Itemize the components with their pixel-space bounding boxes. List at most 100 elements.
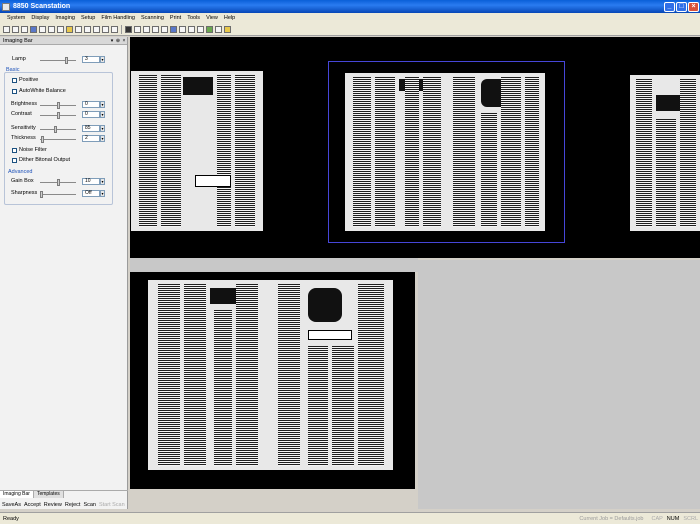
print-icon[interactable] <box>215 25 222 33</box>
reject-button[interactable]: Reject <box>65 502 81 508</box>
panel-header: Imaging Bar ▾ ⊕ × <box>0 37 127 45</box>
rotate-left-icon[interactable] <box>84 25 91 33</box>
zoom-out-icon[interactable] <box>143 25 150 33</box>
frame-icon[interactable] <box>57 25 64 33</box>
menu-system[interactable]: System <box>4 15 28 21</box>
sensitivity-slider-thumb[interactable] <box>54 126 57 133</box>
noise-filter-checkbox[interactable] <box>12 148 17 153</box>
brightness-value[interactable]: 0 <box>82 101 100 108</box>
folder-icon[interactable] <box>224 25 231 33</box>
positive-label: Positive <box>19 77 39 83</box>
scrl-indicator: SCRL <box>683 515 698 522</box>
film-frame-left[interactable] <box>131 71 263 231</box>
select-icon[interactable] <box>170 25 177 33</box>
new-icon[interactable] <box>3 25 10 33</box>
film-strip-view[interactable] <box>130 37 700 258</box>
mirror-icon[interactable] <box>102 25 109 33</box>
maximize-button[interactable]: □ <box>676 1 687 12</box>
lamp-label: Lamp <box>12 56 26 62</box>
sharpness-slider-thumb[interactable] <box>40 191 43 198</box>
contrast-value[interactable]: 0 <box>82 111 100 118</box>
gain-value[interactable]: 10 <box>82 178 100 185</box>
film-icon[interactable] <box>48 25 55 33</box>
lamp-slider[interactable] <box>40 57 76 64</box>
sensitivity-value[interactable]: 85 <box>82 125 100 132</box>
panel-close-icon[interactable]: × <box>121 38 127 44</box>
current-job-text: Current Job = Defaults.job <box>579 515 644 522</box>
dither-label: Dither Bitonal Output <box>19 157 71 163</box>
sharpness-spin-icon[interactable]: ▾ <box>100 190 105 197</box>
lamp-spin-icon[interactable]: ▾ <box>100 56 105 63</box>
close-button[interactable]: × <box>688 1 699 12</box>
zoom-actual-icon[interactable] <box>161 25 168 33</box>
brightness-slider-thumb[interactable] <box>57 102 60 109</box>
menu-help[interactable]: Help <box>221 15 238 21</box>
tag-icon[interactable] <box>66 25 73 33</box>
crop-icon[interactable] <box>75 25 82 33</box>
menu-view[interactable]: View <box>203 15 221 21</box>
sensitivity-slider[interactable] <box>40 126 76 133</box>
menu-tools[interactable]: Tools <box>184 15 203 21</box>
review-button[interactable]: Review <box>44 502 62 508</box>
hand-icon[interactable] <box>179 25 186 33</box>
sharpness-value[interactable]: Off <box>82 190 100 197</box>
contrast-label: Contrast <box>11 111 32 117</box>
menu-bar: System Display Imaging Setup Film Handli… <box>0 13 700 23</box>
thickness-slider[interactable] <box>40 136 76 143</box>
dither-checkbox[interactable] <box>12 158 17 163</box>
zoom-in-icon[interactable] <box>134 25 141 33</box>
tab-imaging-bar[interactable]: Imaging Bar <box>0 491 34 498</box>
sharpness-slider[interactable] <box>40 191 76 198</box>
thickness-spin-icon[interactable]: ▾ <box>100 135 105 142</box>
menu-imaging[interactable]: Imaging <box>52 15 78 21</box>
rewind-icon[interactable] <box>188 25 195 33</box>
save-icon[interactable] <box>21 25 28 33</box>
minimize-button[interactable]: _ <box>664 1 675 12</box>
toolbar-separator <box>121 24 122 34</box>
sensitivity-spin-icon[interactable]: ▾ <box>100 125 105 132</box>
menu-display[interactable]: Display <box>28 15 52 21</box>
tab-templates[interactable]: Templates <box>33 491 64 498</box>
action-button-bar: SaveAs Accept Review Reject Scan Start S… <box>0 500 128 509</box>
forward-icon[interactable] <box>197 25 204 33</box>
scan-button[interactable]: Scan <box>83 502 96 508</box>
negative-icon[interactable] <box>125 25 132 33</box>
gain-spin-icon[interactable]: ▾ <box>100 178 105 185</box>
autowhite-checkbox[interactable] <box>12 89 17 94</box>
positive-checkbox[interactable] <box>12 78 17 83</box>
open-icon[interactable] <box>12 25 19 33</box>
brightness-slider[interactable] <box>40 102 76 109</box>
title-bar: 8850 Scanstation _ □ × <box>0 0 700 13</box>
single-view-icon[interactable] <box>30 25 37 33</box>
thickness-value[interactable]: 2 <box>82 135 100 142</box>
preview-image <box>148 280 393 470</box>
zoom-fit-icon[interactable] <box>152 25 159 33</box>
film-frame-right[interactable] <box>630 75 700 231</box>
accept-button[interactable]: Accept <box>24 502 41 508</box>
gain-slider-thumb[interactable] <box>57 179 60 186</box>
lamp-slider-thumb[interactable] <box>65 57 68 64</box>
lamp-value[interactable]: 3 <box>82 56 100 63</box>
menu-scanning[interactable]: Scanning <box>138 15 167 21</box>
sharpness-label: Sharpness <box>11 190 38 196</box>
thickness-slider-thumb[interactable] <box>41 136 44 143</box>
window-title: 8850 Scanstation <box>13 3 71 10</box>
save-as-button[interactable]: SaveAs <box>2 502 21 508</box>
frame-selection-box[interactable] <box>328 61 565 243</box>
view-splitter[interactable] <box>130 258 418 272</box>
menu-film-handling[interactable]: Film Handling <box>98 15 138 21</box>
brightness-spin-icon[interactable]: ▾ <box>100 101 105 108</box>
split-view-icon[interactable] <box>39 25 46 33</box>
contrast-spin-icon[interactable]: ▾ <box>100 111 105 118</box>
move-icon[interactable] <box>206 25 213 33</box>
rotate-right-icon[interactable] <box>93 25 100 33</box>
menu-print[interactable]: Print <box>167 15 184 21</box>
contrast-slider[interactable] <box>40 112 76 119</box>
flip-icon[interactable] <box>111 25 118 33</box>
start-scan-button[interactable]: Start Scan <box>99 502 125 508</box>
image-preview-view[interactable] <box>130 272 415 489</box>
gain-slider[interactable] <box>40 179 76 186</box>
menu-setup[interactable]: Setup <box>78 15 98 21</box>
contrast-slider-thumb[interactable] <box>57 112 60 119</box>
panel-tabs: Imaging Bar Templates <box>0 490 128 498</box>
